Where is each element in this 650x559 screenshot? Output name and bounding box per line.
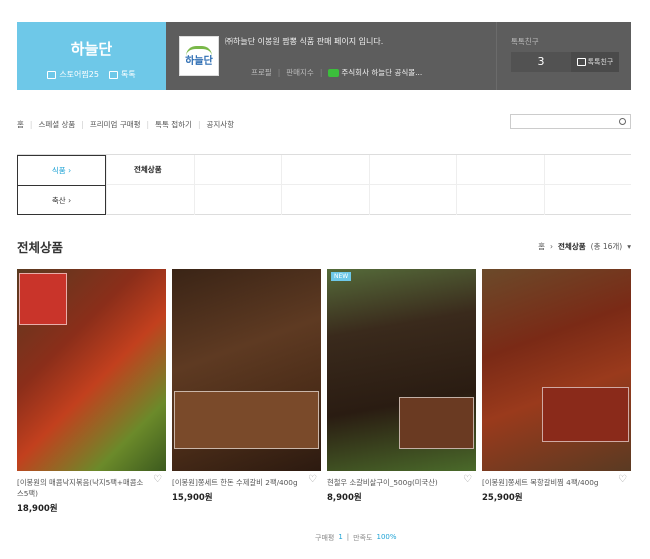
official-shop-link[interactable]: 주식회사 하늘단 공식몰... [328,67,422,78]
nav-divider: | [81,120,84,129]
profile-link[interactable]: 프로필 [251,67,272,78]
product-card[interactable]: NEW 현철우 소갈비살구이_500g(미국산) ♡ 8,900원 [327,269,476,514]
product-price: 18,900원 [17,504,58,514]
category-food[interactable]: 식품 › [17,155,106,185]
store-logo[interactable]: 하늘단 [179,36,219,76]
breadcrumb-separator: › [550,242,554,251]
subcategory-empty [368,155,456,185]
product-card[interactable]: [이봉원]쫑세트 한돈 수제갈비 2팩/400g ♡ 15,900원 [172,269,321,514]
breadcrumb-current[interactable]: 전체상품 [558,241,586,252]
sales-index-link[interactable]: 판매지수 [286,67,314,78]
talk-bubble-icon [328,69,340,77]
subcategory-empty [368,185,457,215]
store-favorite-link[interactable]: 스토어찜25 [47,69,99,80]
chevron-down-icon[interactable]: ▾ [627,242,631,251]
nav-divider: | [146,120,150,129]
subcategory-empty [193,185,282,215]
package-image [19,273,67,325]
new-badge: NEW [331,272,352,281]
product-name[interactable]: 현철우 소갈비살구이_500g(미국산) [327,477,476,488]
product-price: 8,900원 [327,493,362,503]
section-title: 전체상품 [17,240,64,255]
subcategory-empty [281,155,369,185]
talk-link[interactable]: 톡톡 [108,69,136,80]
product-name[interactable]: [이봉원의 매콤낙지볶음(낙지5팩+매콤소스5팩) [17,477,166,499]
subcategory-empty [543,185,632,215]
nav-divider: | [197,120,201,129]
heart-icon[interactable]: ♡ [308,475,318,485]
breadcrumb-count: (총 16개) [590,242,623,251]
nav-item-special[interactable]: 스페셜 상품 [38,119,75,130]
subcategory-all-products[interactable]: 전체상품 [106,155,194,185]
product-card[interactable]: [이봉원]쫑세트 목항갈비찜 4팩/400g ♡ 25,900원 [482,269,631,514]
category-grid: 식품 › 축산 › 전체상품 [17,154,631,215]
product-image[interactable] [172,269,321,471]
store-description: ㈜하늘단 이봉원 짬뽕 식품 판매 페이지 입니다. [225,37,384,46]
product-image[interactable] [482,269,631,471]
subcategory-empty [106,185,194,215]
product-list: [이봉원의 매콤낙지볶음(낙지5팩+매콤소스5팩) ♡ 18,900원 [이봉원… [17,269,631,514]
subcategory-empty [456,155,544,185]
heart-icon[interactable]: ♡ [463,475,473,485]
package-image [542,387,629,442]
category-column: 식품 › 축산 › [17,155,106,215]
store-header: 하늘단 스토어찜25 톡톡 하늘단 ㈜하늘단 이봉원 짬뽕 식품 판매 페이지 … [17,22,631,90]
product-name[interactable]: [이봉원]쫑세트 한돈 수제갈비 2팩/400g [172,477,321,488]
subcategory-cells: 전체상품 [106,155,631,215]
satisfaction-label: 만족도 [353,534,373,542]
separator: | [277,68,281,77]
logo-text: 하늘단 [185,55,213,67]
product-image[interactable] [17,269,166,471]
nav-item-home[interactable]: 홈 [17,119,24,130]
product-image[interactable]: NEW [327,269,476,471]
breadcrumb-home[interactable]: 홈 [538,241,545,252]
add-friend-icon [576,58,586,66]
subcategory-empty [281,185,369,215]
nav-item-talk[interactable]: 톡톡 접하기 [155,119,192,130]
talk-friend-label: 톡톡친구 [511,37,539,46]
search-input[interactable] [510,114,631,129]
search-icon[interactable] [619,118,626,125]
satisfaction-value: 100% [376,533,397,541]
subcategory-empty [543,155,631,185]
separator: | [319,68,323,77]
package-image [399,397,474,449]
reviews-label: 구매평 [315,534,335,542]
product-card[interactable]: [이봉원의 매콤낙지볶음(낙지5팩+매콤소스5팩) ♡ 18,900원 [17,269,166,514]
store-brand-box[interactable]: 하늘단 스토어찜25 톡톡 [17,22,166,90]
talk-friend-box: 톡톡친구 3 톡톡친구 [496,22,631,90]
talk-friend-count: 3 [511,52,571,72]
product-price: 15,900원 [172,493,213,503]
product-name[interactable]: [이봉원]쫑세트 목항갈비찜 4팩/400g [482,477,631,488]
product-price: 25,900원 [482,493,523,503]
nav-item-notice[interactable]: 공지사항 [207,119,235,130]
logo-arc-icon [186,45,212,56]
talk-friend-row: 3 톡톡친구 [511,52,619,72]
category-meat[interactable]: 축산 › [17,185,106,215]
store-icon [47,70,57,79]
subcategory-empty [456,185,544,215]
store-info-box: 하늘단 ㈜하늘단 이봉원 짬뽕 식품 판매 페이지 입니다. 프로필 | 판매지… [166,22,496,90]
package-image [174,391,319,449]
store-name[interactable]: 하늘단 [17,38,166,59]
store-review-stats: 구매평 1 | 만족도 100% [315,533,397,543]
stats-divider: | [346,533,350,541]
reviews-count[interactable]: 1 [338,533,342,543]
store-meta: 프로필 | 판매지수 | 주식회사 하늘단 공식몰... [251,67,422,78]
nav-item-premium-reviews[interactable]: 프리미엄 구매평 [90,119,141,130]
nav-divider: | [29,120,33,129]
subcategory-empty [193,155,281,185]
chat-icon [108,70,118,79]
heart-icon[interactable]: ♡ [618,475,628,485]
breadcrumb: 홈 › 전체상품 (총 16개) ▾ [538,241,631,252]
talk-friend-button[interactable]: 톡톡친구 [571,52,619,72]
store-stats: 스토어찜25 톡톡 [17,69,166,80]
store-nav: 홈 | 스페셜 상품 | 프리미엄 구매평 | 톡톡 접하기 | 공지사항 [17,119,234,130]
heart-icon[interactable]: ♡ [153,475,163,485]
